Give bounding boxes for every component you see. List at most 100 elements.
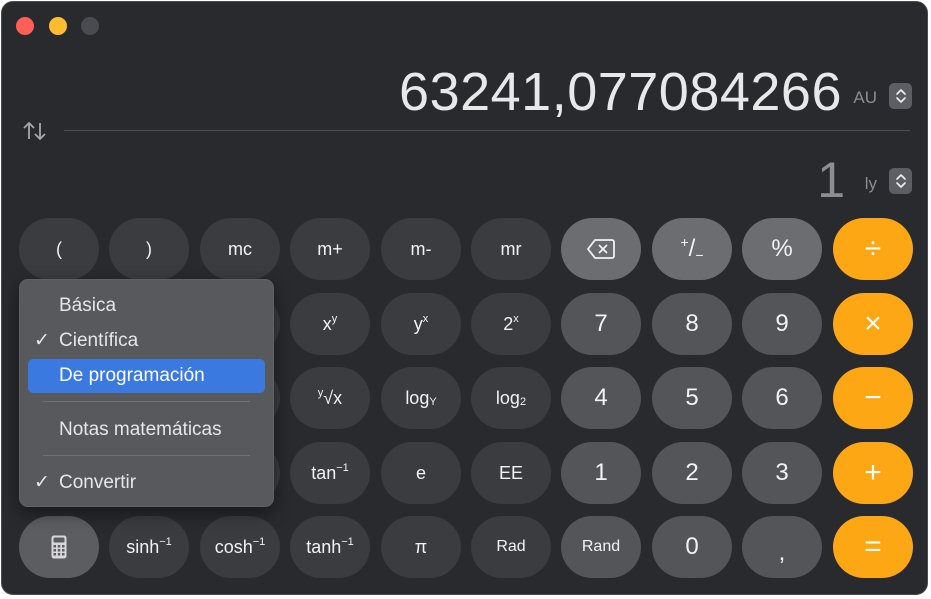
digit-4-button[interactable]: 4 — [561, 367, 641, 429]
button-label: 5 — [685, 384, 699, 411]
arctan-button[interactable]: tan −1 — [290, 442, 370, 504]
menu-item-programmer[interactable]: De programación — [28, 359, 265, 393]
checkmark-icon: ✓ — [34, 330, 50, 351]
euler-e-button[interactable]: e — [381, 442, 461, 504]
calculator-mode-button[interactable] — [19, 516, 99, 578]
button-label: 3 — [775, 459, 789, 486]
button-label: ( — [56, 238, 62, 259]
digit-2-button[interactable]: 2 — [652, 442, 732, 504]
open-paren-button[interactable]: ( — [19, 218, 99, 280]
checkmark-icon: ✓ — [34, 472, 50, 493]
button-label: y — [413, 313, 423, 334]
button-label: log — [405, 387, 430, 408]
primary-display-value: 63241,077084266 — [399, 62, 842, 122]
chevron-up-down-icon — [895, 89, 906, 103]
digit-1-button[interactable]: 1 — [561, 442, 641, 504]
plus-minus-button[interactable]: + / − — [652, 218, 732, 280]
radians-toggle-button[interactable]: Rad — [471, 516, 551, 578]
primary-unit-label: AU — [853, 88, 877, 107]
pi-button[interactable]: π — [381, 516, 461, 578]
subtract-button[interactable]: − — [833, 367, 913, 429]
menu-separator — [43, 401, 250, 402]
button-label: / — [688, 235, 696, 262]
close-paren-button[interactable]: ) — [109, 218, 189, 280]
secondary-unit-selector[interactable] — [889, 168, 912, 194]
button-label-exp: −1 — [341, 536, 354, 548]
equals-button[interactable]: = — [833, 516, 913, 578]
log-y-button[interactable]: log Y — [381, 367, 461, 429]
button-label: e — [415, 462, 426, 483]
button-label: x — [322, 313, 332, 334]
add-button[interactable]: + — [833, 442, 913, 504]
x-power-y-button[interactable]: xy — [290, 293, 370, 355]
button-label: 8 — [685, 310, 699, 337]
arccosh-button[interactable]: cosh −1 — [200, 516, 280, 578]
button-label: − — [695, 247, 704, 263]
button-label: tanh — [306, 536, 342, 557]
button-label: EE — [498, 462, 523, 483]
zoom-window-button[interactable] — [81, 17, 99, 35]
button-label: √x — [323, 387, 343, 408]
chevron-up-down-icon — [895, 174, 906, 188]
button-label: ) — [146, 238, 152, 259]
digit-3-button[interactable]: 3 — [742, 442, 822, 504]
button-label: cosh — [214, 536, 253, 557]
minimize-window-button[interactable] — [49, 17, 67, 35]
button-label: Rand — [581, 538, 621, 555]
percent-button[interactable]: % — [742, 218, 822, 280]
multiply-button[interactable]: × — [833, 293, 913, 355]
memory-recall-button[interactable]: mr — [471, 218, 551, 280]
memory-add-button[interactable]: m+ — [290, 218, 370, 280]
close-window-button[interactable] — [16, 17, 34, 35]
divide-button[interactable]: ÷ — [833, 218, 913, 280]
button-label: tan — [311, 462, 337, 483]
calculator-icon — [51, 535, 67, 559]
button-label-sub: 2 — [519, 396, 527, 408]
button-label-exp: −1 — [336, 462, 349, 474]
digit-5-button[interactable]: 5 — [652, 367, 732, 429]
log-2-button[interactable]: log 2 — [471, 367, 551, 429]
button-label: 2 — [503, 313, 514, 334]
swap-arrows-icon — [23, 122, 46, 140]
digit-6-button[interactable]: 6 — [742, 367, 822, 429]
button-label: sinh — [126, 536, 160, 557]
button-label: + — [864, 456, 882, 489]
button-label: m- — [410, 238, 432, 259]
menu-item-math-notes[interactable]: Notas matemáticas — [28, 413, 265, 447]
button-label: 2 — [685, 459, 699, 486]
menu-item-label: Convertir — [59, 472, 137, 493]
memory-subtract-button[interactable]: m- — [381, 218, 461, 280]
menu-item-label: Básica — [59, 295, 117, 316]
y-root-x-button[interactable]: y √x — [290, 367, 370, 429]
arctanh-button[interactable]: tanh −1 — [290, 516, 370, 578]
two-power-x-button[interactable]: 2x — [471, 293, 551, 355]
button-label: 9 — [775, 310, 789, 337]
display-divider — [64, 130, 910, 131]
menu-item-scientific[interactable]: ✓ Científica — [28, 324, 265, 358]
button-label: − — [864, 381, 882, 414]
menu-item-label: Científica — [59, 330, 139, 351]
backspace-button[interactable] — [561, 218, 641, 280]
random-button[interactable]: Rand — [561, 516, 641, 578]
button-label-exp: x — [422, 313, 429, 325]
swap-units-button[interactable] — [22, 120, 48, 147]
decimal-separator-button[interactable]: , — [742, 516, 822, 578]
arcsinh-button[interactable]: sinh −1 — [109, 516, 189, 578]
button-label-exp: −1 — [159, 536, 172, 548]
menu-item-convert[interactable]: ✓ Convertir — [28, 466, 265, 500]
button-label-sub: Y — [429, 396, 437, 408]
exponent-ee-button[interactable]: EE — [471, 442, 551, 504]
button-label-exp: −1 — [252, 536, 266, 548]
memory-clear-button[interactable]: mc — [200, 218, 280, 280]
button-label: % — [771, 235, 793, 262]
digit-8-button[interactable]: 8 — [652, 293, 732, 355]
primary-unit-selector[interactable] — [889, 83, 912, 109]
secondary-unit-label: ly — [864, 174, 877, 193]
menu-item-basic[interactable]: Básica — [28, 289, 265, 323]
calculator-mode-menu: Básica ✓ Científica De programación Nota… — [19, 279, 274, 507]
digit-0-button[interactable]: 0 — [652, 516, 732, 578]
button-label: Rad — [496, 538, 526, 555]
y-power-x-button[interactable]: yx — [381, 293, 461, 355]
digit-7-button[interactable]: 7 — [561, 293, 641, 355]
digit-9-button[interactable]: 9 — [742, 293, 822, 355]
